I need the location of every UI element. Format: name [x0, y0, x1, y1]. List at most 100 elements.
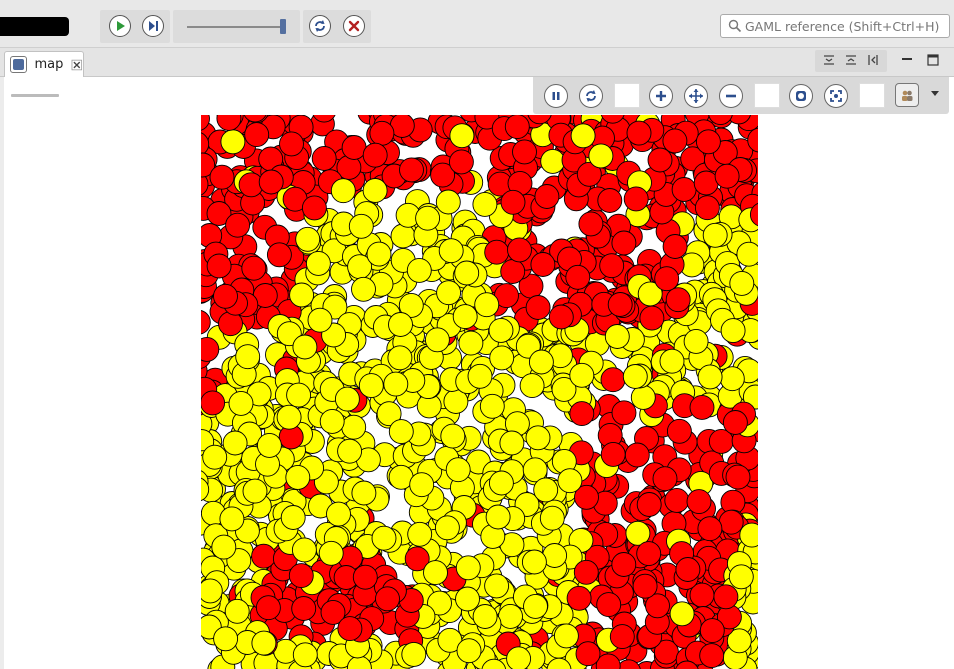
layers-button[interactable] [895, 83, 919, 107]
fullscreen-icon [830, 90, 842, 102]
red-agent [341, 135, 367, 160]
zoom-in-button[interactable] [649, 84, 673, 108]
yellow-agent [213, 626, 239, 652]
split-vertical-icon[interactable] [844, 53, 858, 67]
red-agent [632, 573, 658, 599]
yellow-agent [251, 630, 277, 656]
yellow-agent [235, 344, 261, 370]
red-agent [694, 195, 720, 221]
red-agent [662, 234, 688, 259]
yellow-agent [438, 238, 464, 264]
yellow-agent [256, 432, 282, 458]
overlay-handle[interactable] [11, 94, 59, 97]
run-controls [100, 10, 170, 43]
stop-experiment-icon [348, 20, 360, 32]
yellow-agent [362, 178, 388, 203]
main-toolbar: GAML reference (Shift+Ctrl+H) [0, 0, 954, 48]
red-agent [525, 295, 551, 320]
red-agent [548, 304, 574, 330]
red-agent [530, 252, 556, 277]
red-agent [664, 487, 690, 513]
snapshot-button[interactable] [789, 84, 813, 108]
zoom-out-icon [726, 94, 736, 98]
step-button[interactable] [142, 15, 164, 37]
yellow-agent [319, 408, 345, 434]
gaml-reference-search[interactable]: GAML reference (Shift+Ctrl+H) [720, 14, 950, 38]
run-button[interactable] [109, 15, 131, 37]
yellow-agent [719, 366, 745, 392]
yellow-agent [348, 213, 374, 239]
yellow-agent [415, 205, 441, 231]
red-agent [448, 149, 474, 175]
red-agent [369, 120, 395, 146]
yellow-agent [570, 123, 596, 149]
red-agent [626, 120, 652, 146]
simulation-map[interactable] [201, 115, 758, 669]
search-icon [728, 19, 742, 33]
close-icon[interactable] [71, 59, 83, 71]
yellow-agent [683, 328, 709, 354]
toolbar-spacer-box [754, 83, 780, 108]
close-experiment-button[interactable] [343, 15, 365, 37]
yellow-agent [729, 270, 755, 296]
red-agent [713, 584, 739, 610]
yellow-agent [383, 371, 409, 397]
yellow-agent [351, 480, 377, 506]
zoom-fit-icon [689, 89, 703, 103]
red-agent [311, 145, 337, 171]
yellow-agent [211, 534, 237, 560]
zoom-fit-button[interactable] [684, 84, 708, 108]
red-agent [399, 157, 424, 183]
split-horizontal-icon[interactable] [822, 53, 836, 67]
chevron-down-icon[interactable] [931, 91, 939, 96]
yellow-agent [388, 419, 414, 445]
yellow-agent [337, 438, 363, 464]
yellow-agent [285, 464, 311, 490]
yellow-agent [472, 604, 498, 629]
side-panel-icon[interactable] [866, 53, 880, 67]
pause-display-button[interactable] [544, 84, 568, 108]
speed-slider-thumb[interactable] [280, 19, 286, 34]
yellow-agent [604, 324, 630, 349]
zoom-out-button[interactable] [719, 84, 743, 108]
red-agent [611, 552, 637, 577]
sync-button[interactable] [579, 84, 603, 108]
yellow-agent [305, 250, 331, 276]
red-agent [573, 559, 599, 585]
yellow-agent [498, 603, 523, 629]
red-agent [337, 616, 363, 642]
yellow-agent [291, 537, 317, 563]
yellow-agent [669, 601, 695, 627]
red-agent [718, 509, 744, 535]
reload-button[interactable] [309, 15, 331, 37]
minimize-icon[interactable] [900, 53, 914, 67]
speed-slider-track[interactable] [187, 26, 284, 28]
red-agent [599, 253, 625, 279]
fullscreen-button[interactable] [824, 84, 848, 108]
yellow-agent [454, 260, 480, 286]
yellow-agent [334, 386, 360, 412]
yellow-agent [351, 276, 376, 302]
yellow-agent [219, 506, 245, 532]
red-agent [500, 259, 526, 284]
yellow-agent [276, 404, 302, 430]
red-agent [362, 142, 388, 168]
yellow-agent [523, 593, 548, 619]
maximize-icon[interactable] [926, 53, 940, 67]
red-agent [611, 230, 637, 256]
yellow-agent [521, 549, 547, 575]
layers-icon [902, 90, 913, 101]
yellow-agent [295, 226, 321, 252]
red-agent [566, 585, 592, 611]
yellow-agent [455, 555, 481, 581]
yellow-agent [424, 327, 450, 353]
yellow-agent [588, 143, 614, 169]
yellow-agent [371, 525, 397, 551]
tab-map[interactable]: map [4, 51, 84, 77]
red-agent [693, 170, 719, 196]
yellow-agent [533, 477, 559, 503]
red-agent [607, 292, 633, 317]
yellow-agent [401, 641, 427, 667]
red-agent [255, 595, 281, 621]
red-agent [279, 131, 304, 157]
